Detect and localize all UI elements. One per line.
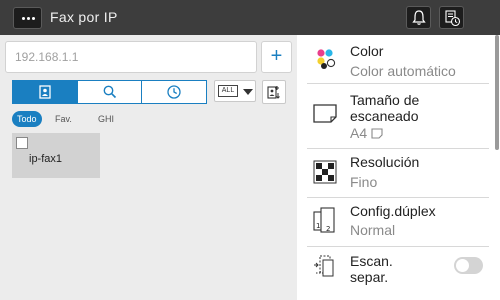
destination-detail-button[interactable] (262, 80, 286, 104)
duplex-icon: 1 2 (313, 207, 335, 233)
destination-item[interactable]: ip-fax1 (12, 133, 100, 178)
all-label: ALL (218, 85, 238, 97)
setting-scan-size[interactable]: Tamaño de escaneado A4 (297, 84, 493, 148)
paper-orientation-icon (371, 128, 383, 139)
address-input[interactable] (15, 50, 250, 64)
address-detail-icon (267, 86, 280, 99)
more-dots-icon (22, 17, 25, 20)
separate-scan-icon (314, 255, 334, 277)
setting-resolution-label: Resolución (350, 154, 420, 170)
setting-duplex-label: Config.dúplex (350, 203, 436, 219)
app-title: Fax por IP (50, 9, 118, 25)
svg-text:1: 1 (316, 222, 320, 230)
svg-text:2: 2 (326, 225, 330, 233)
destination-pane: + ALL (0, 35, 297, 300)
search-icon (103, 85, 116, 99)
setting-separate-scan[interactable]: Escan. separ. (297, 247, 493, 300)
filter-favorites[interactable]: Fav. (55, 111, 72, 127)
setting-resolution-value: Fino (350, 174, 378, 190)
filter-ghi[interactable]: GHI (98, 111, 114, 127)
plus-icon: + (270, 45, 283, 67)
view-tabs (12, 80, 207, 104)
setting-color[interactable]: Color Color automático (297, 35, 493, 84)
destination-checkbox[interactable] (16, 137, 28, 149)
separate-scan-toggle[interactable] (454, 257, 483, 274)
address-field[interactable] (5, 41, 257, 73)
tab-address-book[interactable] (13, 81, 78, 103)
all-filter-dropdown[interactable]: ALL (214, 80, 256, 102)
settings-scrollbar[interactable] (495, 35, 499, 150)
setting-color-label: Color (350, 43, 384, 59)
setting-duplex[interactable]: 1 2 Config.dúplex Normal (297, 198, 493, 246)
chevron-down-icon (243, 89, 253, 95)
clock-icon (167, 85, 181, 99)
setting-color-value: Color automático (350, 63, 456, 79)
setting-scan-size-value: A4 (350, 125, 384, 141)
more-dots-icon-dot (32, 17, 35, 20)
more-menu-button[interactable] (13, 7, 42, 29)
job-status-button[interactable] (439, 6, 464, 29)
bell-icon (412, 10, 426, 25)
resolution-checker-icon (313, 160, 337, 184)
setting-duplex-value: Normal (350, 222, 396, 238)
destination-name: ip-fax1 (29, 153, 63, 165)
scan-size-value-text: A4 (350, 125, 368, 141)
settings-pane: Color Color automático Tamaño de escanea… (297, 35, 500, 300)
job-status-icon (445, 10, 461, 27)
address-book-icon (39, 85, 51, 99)
top-bar: Fax por IP (0, 0, 500, 35)
paper-size-icon (313, 104, 337, 123)
tab-search[interactable] (78, 81, 143, 103)
setting-separate-scan-label: Escan. separ. (350, 253, 393, 285)
setting-scan-size-label: Tamaño de escaneado (350, 92, 420, 124)
setting-resolution[interactable]: Resolución Fino (297, 149, 493, 197)
toggle-knob (456, 259, 469, 272)
add-destination-button[interactable]: + (261, 41, 292, 73)
more-dots-icon-dot (27, 17, 30, 20)
tab-history[interactable] (142, 81, 206, 103)
notification-button[interactable] (406, 6, 431, 29)
filter-all[interactable]: Todo (12, 111, 42, 127)
color-dots-icon (317, 49, 336, 69)
